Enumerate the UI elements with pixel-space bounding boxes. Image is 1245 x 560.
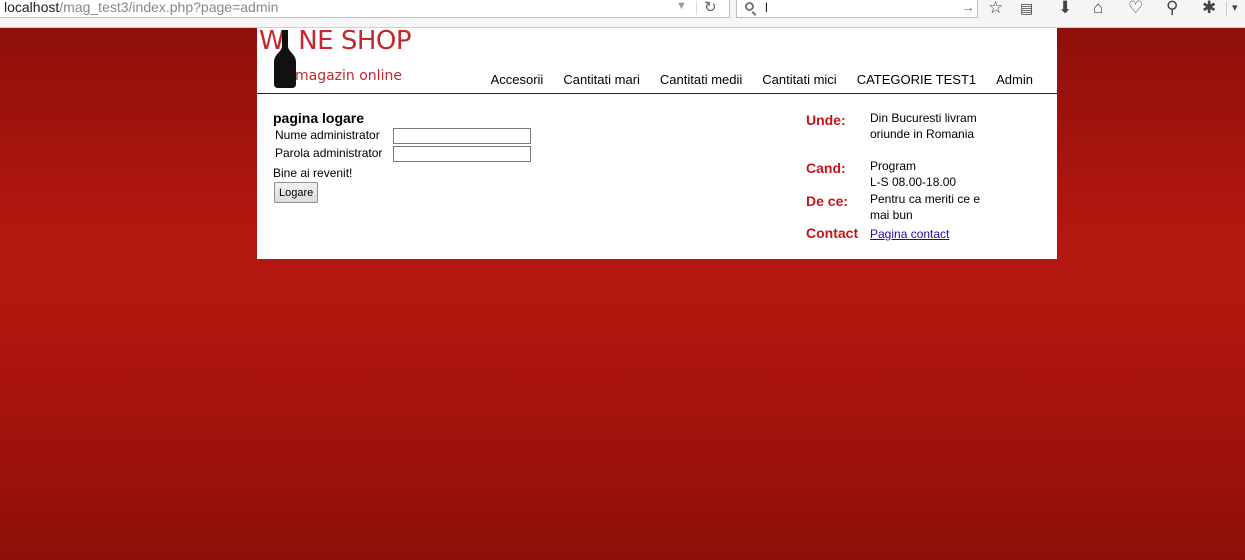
unde-label: Unde: xyxy=(806,112,846,128)
browser-toolbar: localhost/mag_test3/index.php?page=admin… xyxy=(0,0,1245,28)
bookmark-star-icon[interactable]: ☆ xyxy=(988,0,1003,18)
unde-value: Din Bucuresti livram oriunde in Romania xyxy=(870,111,977,141)
url-host: localhost xyxy=(4,0,60,15)
address-text[interactable]: localhost/mag_test3/index.php?page=admin xyxy=(4,0,278,15)
page-container: W NE SHOP magazin online Accesorii Cantit… xyxy=(257,26,1057,259)
nav-item-categorie-test1[interactable]: CATEGORIE TEST1 xyxy=(857,72,976,87)
username-input[interactable] xyxy=(393,128,531,144)
wine-bottle-icon xyxy=(274,30,296,88)
contact-value: Pagina contact xyxy=(870,226,1000,242)
nav-item-cantitati-mari[interactable]: Cantitati mari xyxy=(563,72,640,87)
nav-item-admin[interactable]: Admin xyxy=(996,72,1033,87)
nav-item-accesorii[interactable]: Accesorii xyxy=(491,72,544,87)
contact-label: Contact xyxy=(806,225,859,241)
cand-line2: L-S 08.00-18.00 xyxy=(870,175,957,189)
history-dropdown-icon[interactable]: ▼ xyxy=(676,0,687,12)
home-icon[interactable]: ⌂ xyxy=(1093,0,1103,18)
password-label: Parola administrator xyxy=(275,146,383,160)
toolbar-separator xyxy=(1226,2,1227,16)
contact-link[interactable]: Pagina contact xyxy=(870,227,949,241)
reload-icon[interactable]: ↻ xyxy=(704,0,717,16)
cand-label: Cand: xyxy=(806,160,846,176)
username-row: Nume administrator xyxy=(275,128,531,144)
logo-subtitle: magazin online xyxy=(295,68,402,84)
reading-list-icon[interactable]: ▤ xyxy=(1020,0,1033,18)
pocket-icon[interactable]: ♡ xyxy=(1128,0,1143,18)
login-title: pagina logare xyxy=(273,110,365,126)
nav-item-cantitati-medii[interactable]: Cantitati medii xyxy=(660,72,742,87)
dece-label: De ce: xyxy=(806,193,849,209)
login-button[interactable]: Logare xyxy=(274,182,319,203)
download-icon[interactable]: ⬇ xyxy=(1058,0,1072,18)
logo-title-part2: NE SHOP xyxy=(298,26,412,56)
cand-line1: Program xyxy=(870,159,917,173)
password-input[interactable] xyxy=(393,146,531,162)
url-separator xyxy=(696,1,697,15)
username-label: Nume administrator xyxy=(275,128,380,142)
url-path: /mag_test3/index.php?page=admin xyxy=(59,0,279,15)
addon-icon[interactable]: ✱ xyxy=(1202,0,1216,18)
search-go-icon[interactable]: → xyxy=(961,0,975,15)
search-input[interactable]: l xyxy=(765,0,768,15)
site-header: W NE SHOP magazin online Accesorii Cantit… xyxy=(257,26,1057,94)
dece-value: Pentru ca meriti ce e mai bun xyxy=(870,192,981,222)
password-row: Parola administrator xyxy=(275,146,531,162)
main-nav: Accesorii Cantitati mari Cantitati medii… xyxy=(491,72,1033,87)
address-bar[interactable]: localhost/mag_test3/index.php?page=admin… xyxy=(0,0,730,18)
extension-icon[interactable]: ⚲ xyxy=(1166,0,1178,18)
search-icon xyxy=(745,2,754,11)
nav-item-cantitati-mici[interactable]: Cantitati mici xyxy=(762,72,836,87)
login-form: pagina logare Nume administrator Parola … xyxy=(273,110,531,203)
welcome-message: Bine ai revenit! xyxy=(273,166,353,180)
search-bar[interactable]: l → xyxy=(736,0,978,18)
menu-overflow-icon[interactable]: ▾ xyxy=(1232,0,1238,18)
